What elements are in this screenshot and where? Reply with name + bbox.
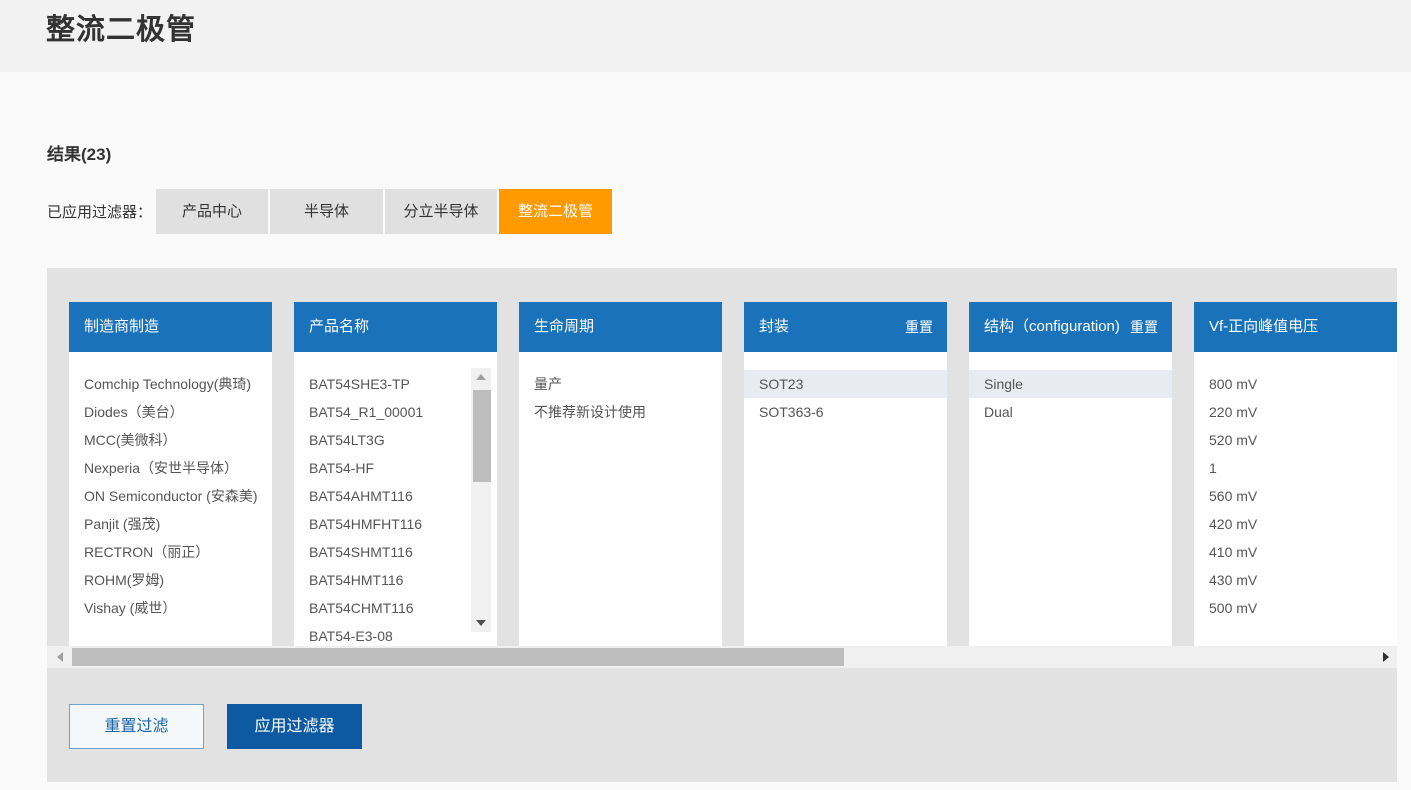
- list-item[interactable]: SOT363-6: [744, 398, 947, 426]
- list-item[interactable]: RECTRON（丽正）: [69, 538, 272, 566]
- list-item[interactable]: 1: [1194, 454, 1397, 482]
- filter-chip-rectifier[interactable]: 整流二极管: [499, 189, 613, 234]
- filter-panel: 制造商制造 Comchip Technology(典琦) Diodes（美台） …: [47, 268, 1397, 782]
- list-item[interactable]: ON Semiconductor (安森美): [69, 482, 272, 510]
- apply-filter-button[interactable]: 应用过滤器: [227, 704, 362, 749]
- column-title: 封装: [759, 318, 790, 335]
- scrollbar-thumb[interactable]: [72, 648, 844, 666]
- list-item[interactable]: Diodes（美台）: [69, 398, 272, 426]
- column-header: 制造商制造: [69, 302, 272, 352]
- list-item[interactable]: Nexperia（安世半导体）: [69, 454, 272, 482]
- column-product-name: 产品名称 BAT54SHE3-TP BAT54_R1_00001 BAT54LT…: [294, 302, 497, 646]
- filter-columns: 制造商制造 Comchip Technology(典琦) Diodes（美台） …: [69, 302, 1397, 646]
- package-reset-link[interactable]: 重置: [905, 302, 933, 352]
- column-list: Comchip Technology(典琦) Diodes（美台） MCC(美微…: [69, 352, 272, 622]
- results-count: 结果(23): [47, 145, 112, 164]
- list-item[interactable]: Dual: [969, 398, 1172, 426]
- column-list: SOT23 SOT363-6: [744, 352, 947, 426]
- scroll-up-arrow-icon[interactable]: [476, 374, 486, 380]
- list-item[interactable]: Panjit (强茂): [69, 510, 272, 538]
- configuration-reset-link[interactable]: 重置: [1130, 302, 1158, 352]
- list-item[interactable]: 560 mV: [1194, 482, 1397, 510]
- column-list: 800 mV 220 mV 520 mV 1 560 mV 420 mV 410…: [1194, 352, 1397, 622]
- list-item[interactable]: BAT54LT3G: [294, 426, 497, 454]
- column-title: 生命周期: [534, 318, 595, 335]
- column-title: 制造商制造: [84, 318, 160, 335]
- list-item[interactable]: BAT54SHMT116: [294, 538, 497, 566]
- column-header: 封装 重置: [744, 302, 947, 352]
- column-list: BAT54SHE3-TP BAT54_R1_00001 BAT54LT3G BA…: [294, 352, 497, 646]
- list-item[interactable]: BAT54HMT116: [294, 566, 497, 594]
- list-item-selected[interactable]: Single: [969, 370, 1172, 398]
- list-item[interactable]: BAT54CHMT116: [294, 594, 497, 622]
- list-item[interactable]: BAT54HMFHT116: [294, 510, 497, 538]
- list-item[interactable]: 量产: [519, 370, 722, 398]
- scroll-left-arrow-icon[interactable]: [57, 652, 63, 662]
- filter-chip-semiconductor[interactable]: 半导体: [270, 189, 384, 234]
- horizontal-scrollbar[interactable]: [47, 646, 1397, 668]
- header-bar: [0, 0, 1411, 72]
- list-item[interactable]: MCC(美微科）: [69, 426, 272, 454]
- list-item[interactable]: 420 mV: [1194, 510, 1397, 538]
- reset-filter-button[interactable]: 重置过滤: [69, 704, 204, 749]
- column-header: Vf-正向峰值电压: [1194, 302, 1397, 352]
- list-item[interactable]: BAT54-HF: [294, 454, 497, 482]
- list-item[interactable]: 220 mV: [1194, 398, 1397, 426]
- scroll-right-arrow-icon[interactable]: [1383, 652, 1389, 662]
- column-package: 封装 重置 SOT23 SOT363-6: [744, 302, 947, 646]
- applied-filters-label: 已应用过滤器：: [47, 204, 153, 221]
- column-manufacturer: 制造商制造 Comchip Technology(典琦) Diodes（美台） …: [69, 302, 272, 646]
- list-item[interactable]: Vishay (威世）: [69, 594, 272, 622]
- list-item[interactable]: 800 mV: [1194, 370, 1397, 398]
- scrollbar-thumb[interactable]: [473, 390, 491, 482]
- column-list: Single Dual: [969, 352, 1172, 426]
- list-item[interactable]: 不推荐新设计使用: [519, 398, 722, 426]
- list-item[interactable]: BAT54SHE3-TP: [294, 370, 497, 398]
- product-list-scrollbar[interactable]: [471, 368, 491, 632]
- filter-chip-product-center[interactable]: 产品中心: [156, 189, 269, 234]
- filter-chip-discrete[interactable]: 分立半导体: [385, 189, 498, 234]
- list-item[interactable]: BAT54_R1_00001: [294, 398, 497, 426]
- column-title: 结构（configuration): [984, 318, 1120, 335]
- column-header: 结构（configuration) 重置: [969, 302, 1172, 352]
- applied-filters: 已应用过滤器： 产品中心 半导体 分立半导体 整流二极管: [47, 189, 614, 234]
- list-item[interactable]: BAT54-E3-08: [294, 622, 497, 646]
- scroll-down-arrow-icon[interactable]: [476, 620, 486, 626]
- page-title: 整流二极管: [46, 14, 197, 46]
- column-list: 量产 不推荐新设计使用: [519, 352, 722, 426]
- column-header: 生命周期: [519, 302, 722, 352]
- list-item[interactable]: 520 mV: [1194, 426, 1397, 454]
- list-item[interactable]: ROHM(罗姆): [69, 566, 272, 594]
- column-title: Vf-正向峰值电压: [1209, 318, 1319, 335]
- column-forward-voltage: Vf-正向峰值电压 800 mV 220 mV 520 mV 1 560 mV …: [1194, 302, 1397, 646]
- list-item[interactable]: 410 mV: [1194, 538, 1397, 566]
- list-item[interactable]: Comchip Technology(典琦): [69, 370, 272, 398]
- column-title: 产品名称: [309, 318, 370, 335]
- column-configuration: 结构（configuration) 重置 Single Dual: [969, 302, 1172, 646]
- list-item-selected[interactable]: SOT23: [744, 370, 947, 398]
- list-item[interactable]: 500 mV: [1194, 594, 1397, 622]
- column-header: 产品名称: [294, 302, 497, 352]
- list-item[interactable]: BAT54AHMT116: [294, 482, 497, 510]
- list-item[interactable]: 430 mV: [1194, 566, 1397, 594]
- column-lifecycle: 生命周期 量产 不推荐新设计使用: [519, 302, 722, 646]
